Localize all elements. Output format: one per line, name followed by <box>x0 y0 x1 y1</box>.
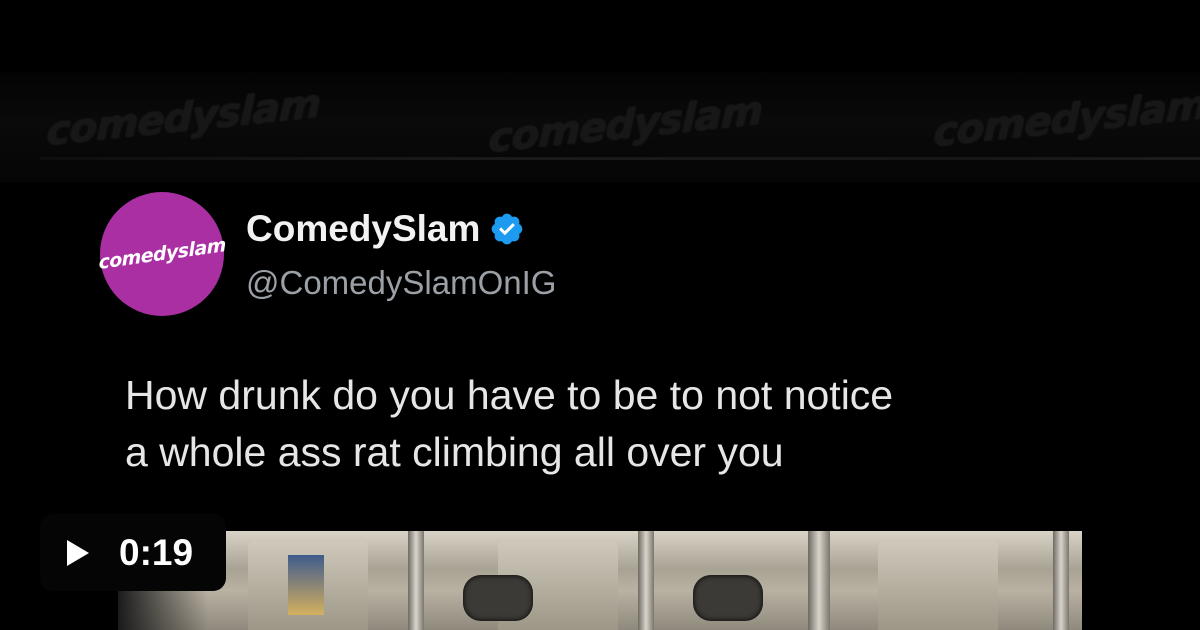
video-preview[interactable] <box>118 531 1082 630</box>
subway-pole <box>808 531 830 630</box>
avatar-logo-text: comedyslam <box>98 234 226 274</box>
subway-door <box>878 541 998 630</box>
subway-pole <box>1053 531 1069 630</box>
subway-pole <box>638 531 654 630</box>
avatar: comedyslam <box>98 192 226 316</box>
watermark-divider <box>40 157 1200 160</box>
play-duration-badge[interactable]: 0:19 <box>40 514 226 591</box>
subway-window <box>693 575 763 621</box>
author-name-row: ComedySlam <box>246 208 525 250</box>
subway-window <box>463 575 533 621</box>
display-name: ComedySlam <box>246 208 481 249</box>
tweet-text-line: How drunk do you have to be to not notic… <box>125 372 894 418</box>
video-duration: 0:19 <box>119 531 194 573</box>
verified-badge-icon <box>492 213 523 245</box>
user-handle: @ComedySlamOnIG <box>246 264 557 301</box>
tweet-text-line: a whole ass rat climbing all over you <box>125 429 784 475</box>
tweet-text: How drunk do you have to be to not notic… <box>125 367 1125 481</box>
play-icon[interactable] <box>67 539 89 566</box>
subway-poster <box>288 555 324 615</box>
subway-pole <box>408 531 424 630</box>
video-thumbnail-frame[interactable]: comedyslam comedyslam comedyslam comedys… <box>0 0 1200 630</box>
